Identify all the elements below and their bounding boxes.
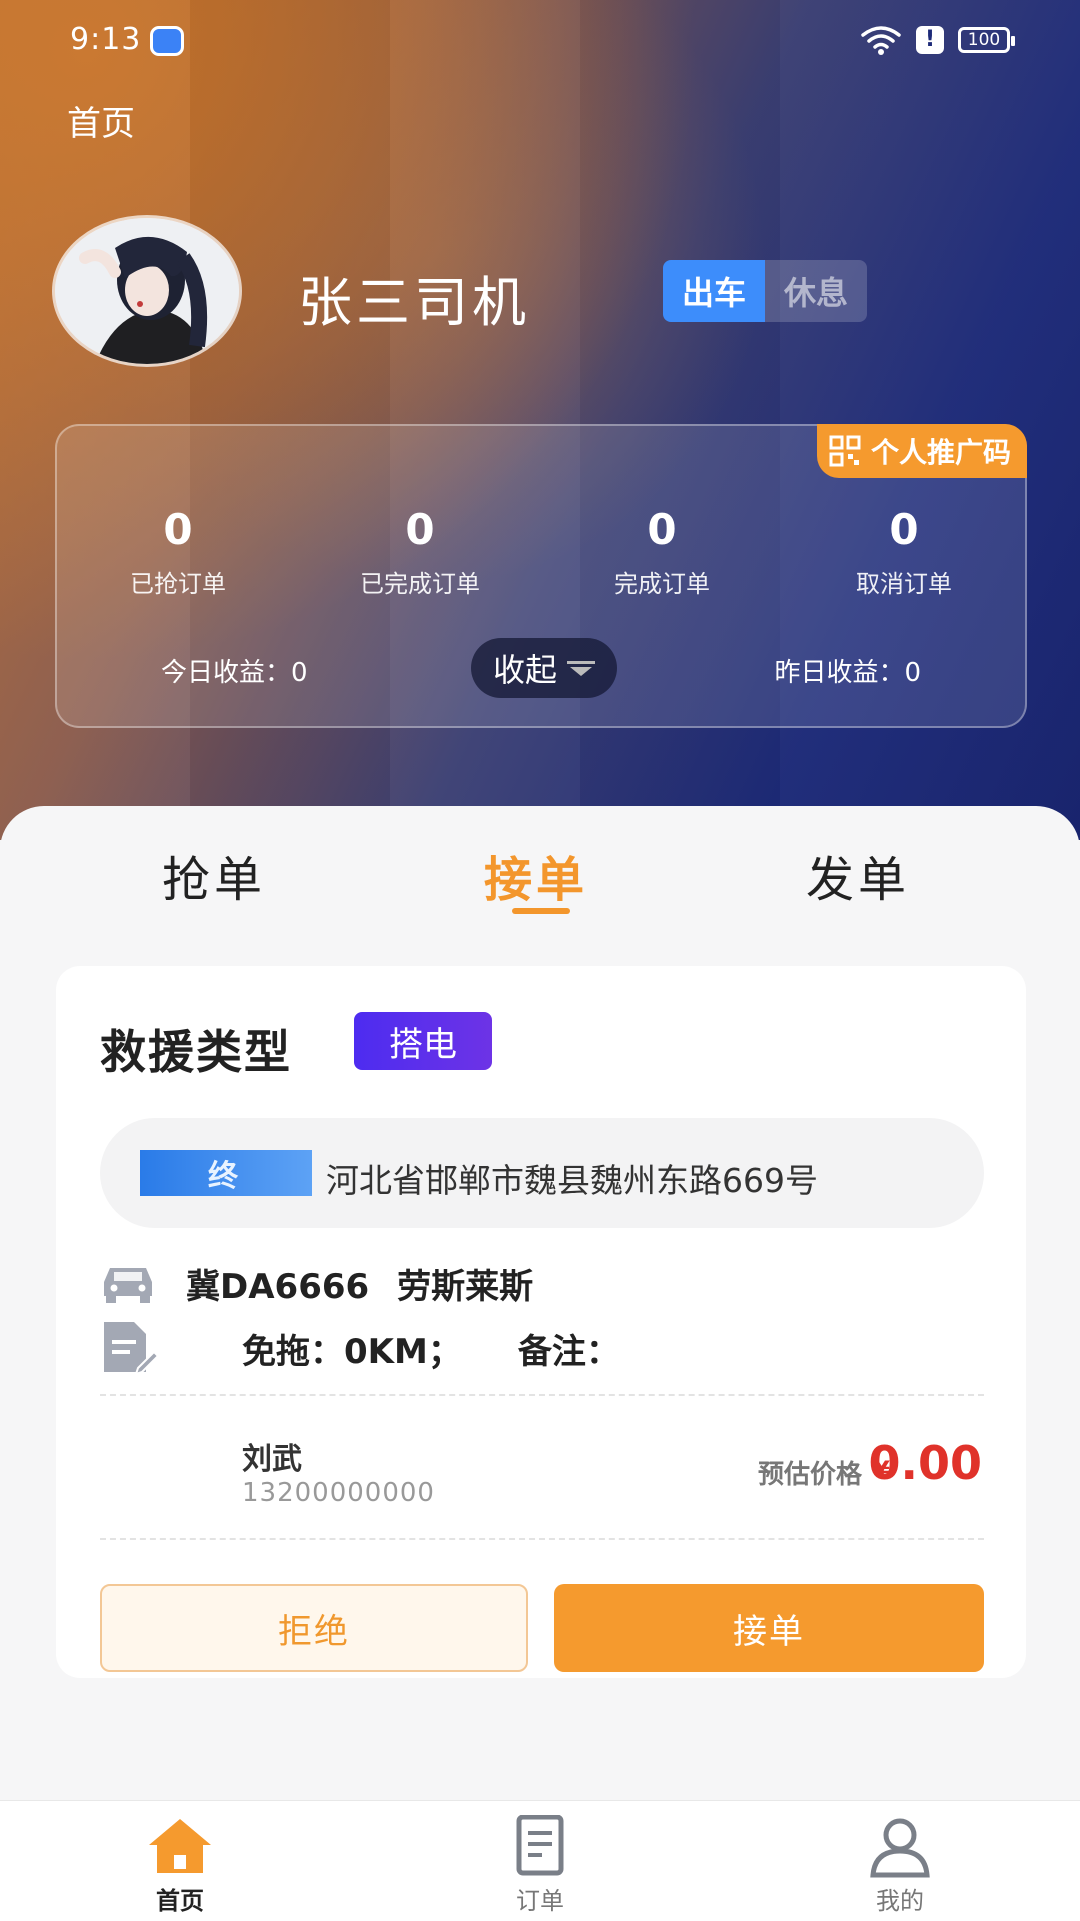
mode-rest-button[interactable]: 休息 <box>765 260 867 322</box>
page-title: 首页 <box>67 104 135 144</box>
rescue-type-badge: 搭电 <box>354 1012 492 1070</box>
rescue-type-label: 救援类型 <box>100 1025 292 1079</box>
nav-profile[interactable]: 我的 <box>720 1801 1080 1921</box>
price-value: 0.00 <box>868 1436 983 1490</box>
stat-value: 0 <box>647 505 677 554</box>
document-icon <box>516 1815 564 1876</box>
stat-finished[interactable]: 0 已完成订单 <box>299 506 541 599</box>
car-icon <box>104 1268 152 1303</box>
address-text: 河北省邯郸市魏县魏州东路669号 <box>326 1161 818 1200</box>
work-mode-toggle[interactable]: 出车 休息 <box>663 260 867 322</box>
order-card[interactable]: 救援类型 搭电 终 河北省邯郸市魏县魏州东路669号 冀DA6666 劳斯莱斯 <box>56 966 1026 1678</box>
home-icon <box>149 1819 211 1873</box>
earnings-row: 今日收益：0 收起 昨日收益：0 <box>57 638 1025 698</box>
remark: 备注： <box>517 1331 620 1372</box>
collapse-label: 收起 <box>492 651 557 689</box>
stat-value: 0 <box>163 505 193 554</box>
stat-cancelled[interactable]: 0 取消订单 <box>783 506 1025 599</box>
divider <box>100 1394 984 1396</box>
nav-orders[interactable]: 订单 <box>360 1801 720 1921</box>
stat-completed[interactable]: 0 完成订单 <box>541 506 783 599</box>
nav-home[interactable]: 首页 <box>0 1801 360 1921</box>
nav-profile-label: 我的 <box>876 1887 924 1915</box>
divider <box>100 1538 984 1540</box>
today-earnings: 今日收益：0 <box>161 658 308 688</box>
stat-value: 0 <box>889 505 919 554</box>
tab-grab[interactable]: 抢单 <box>162 840 266 910</box>
stat-grabbed[interactable]: 0 已抢订单 <box>57 506 299 599</box>
promo-code-button[interactable]: 个人推广码 <box>816 424 1027 478</box>
stat-value: 0 <box>405 505 435 554</box>
note-row: 免拖：0KM； 备注： <box>100 1318 620 1378</box>
stats-card: 个人推广码 0 已抢订单 0 已完成订单 0 完成订单 0 取消订单 今日收益：… <box>55 424 1027 728</box>
nav-orders-label: 订单 <box>516 1887 564 1915</box>
chevron-down-icon <box>567 661 595 676</box>
address-pill[interactable]: 终 河北省邯郸市魏县魏州东路669号 <box>100 1118 984 1228</box>
destination-tag: 终 <box>140 1150 312 1196</box>
qr-code-icon <box>829 435 861 467</box>
tab-accept[interactable]: 接单 <box>484 840 588 910</box>
promo-code-label: 个人推广码 <box>870 436 1011 469</box>
reject-button[interactable]: 拒绝 <box>100 1584 528 1672</box>
price-label: 预估价格 <box>757 1460 862 1490</box>
active-tab-indicator <box>512 908 570 914</box>
notification-app-icon <box>150 26 184 56</box>
order-sheet: 抢单 接单 发单 救援类型 搭电 终 河北省邯郸市魏县魏州东路669号 冀DA6… <box>0 806 1080 1920</box>
stat-label: 已完成订单 <box>360 570 480 598</box>
user-icon <box>870 1818 930 1878</box>
nav-home-label: 首页 <box>156 1887 204 1915</box>
stat-label: 取消订单 <box>856 570 952 598</box>
wifi-icon <box>861 26 901 55</box>
license-plate: 冀DA6666 <box>186 1266 370 1307</box>
contact-phone[interactable]: 13200000000 <box>242 1478 435 1508</box>
alert-icon: ! <box>916 26 944 54</box>
bottom-nav: 首页 订单 我的 <box>0 1800 1080 1921</box>
collapse-button[interactable]: 收起 <box>471 638 617 698</box>
tow-distance: 免拖：0KM； <box>242 1331 462 1372</box>
mode-on-duty-button[interactable]: 出车 <box>663 260 765 322</box>
note-icon <box>104 1322 158 1376</box>
avatar[interactable] <box>55 218 239 364</box>
avatar-image <box>55 218 239 364</box>
accept-button[interactable]: 接单 <box>554 1584 984 1672</box>
stats-row: 0 已抢订单 0 已完成订单 0 完成订单 0 取消订单 <box>57 506 1025 599</box>
stat-label: 完成订单 <box>614 570 710 598</box>
status-bar: 9:13 ! 100 <box>0 0 1080 80</box>
tab-dispatch[interactable]: 发单 <box>806 840 910 910</box>
yesterday-earnings: 昨日收益：0 <box>774 658 921 688</box>
battery-icon: 100 <box>958 27 1015 53</box>
vehicle-row: 冀DA6666 劳斯莱斯 <box>100 1256 533 1310</box>
contact-name: 刘武 <box>242 1442 302 1477</box>
car-model: 劳斯莱斯 <box>397 1266 534 1307</box>
driver-name: 张三司机 <box>298 271 530 334</box>
status-time: 9:13 <box>70 22 142 57</box>
stat-label: 已抢订单 <box>130 570 226 598</box>
